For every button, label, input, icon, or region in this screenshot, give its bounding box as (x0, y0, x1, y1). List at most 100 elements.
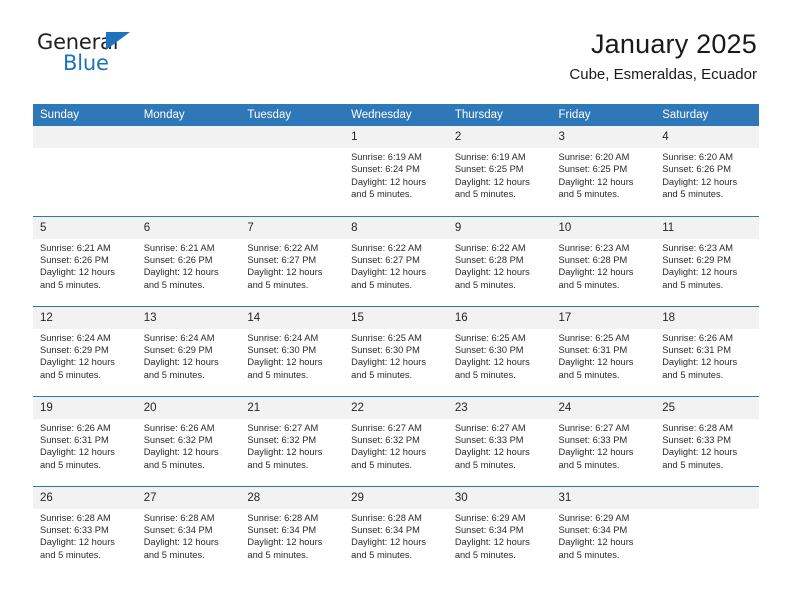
day-number: 26 (33, 486, 137, 509)
weekday-header-row: Sunday Monday Tuesday Wednesday Thursday… (33, 104, 759, 126)
sunrise-text: Sunrise: 6:29 AM (454, 512, 526, 523)
sunrise-text: Sunrise: 6:27 AM (454, 422, 526, 433)
calendar-day-cell[interactable]: 15 Sunrise: 6:25 AM Sunset: 6:30 PM Dayligh… (344, 305, 448, 396)
calendar-day-cell[interactable]: 22 Sunrise: 6:27 AM Sunset: 6:32 PM Dayligh… (344, 395, 448, 486)
calendar-day-cell[interactable]: 21 Sunrise: 6:27 AM Sunset: 6:32 PM Dayligh… (240, 395, 345, 486)
sunset-text: Sunset: 6:30 PM (247, 344, 317, 355)
day-number: 13 (136, 306, 241, 329)
daylight-text-line2: and 5 minutes. (351, 369, 413, 380)
daylight-text-line2: and 5 minutes. (143, 369, 205, 380)
daylight-text-line1: Daylight: 12 hours (351, 176, 427, 187)
weekday-header-tuesday: Tuesday (240, 104, 345, 126)
calendar-week-row: 26 Sunrise: 6:28 AM Sunset: 6:33 PM Dayligh… (33, 485, 759, 576)
day-number: 10 (551, 216, 656, 239)
calendar-day-cell[interactable]: 28 Sunrise: 6:28 AM Sunset: 6:34 PM Dayligh… (240, 485, 345, 576)
daylight-text-line1: Daylight: 12 hours (454, 267, 530, 278)
logo-text-blue: Blue (63, 51, 109, 75)
calendar-day-cell[interactable]: 9 Sunrise: 6:22 AM Sunset: 6:28 PM Daylight… (447, 215, 552, 306)
calendar-day-cell[interactable]: 4 Sunrise: 6:20 AM Sunset: 6:26 PM Daylight… (655, 126, 759, 216)
sunset-text: Sunset: 6:33 PM (662, 434, 731, 445)
calendar-day-cell[interactable]: 6 Sunrise: 6:21 AM Sunset: 6:26 PM Daylight… (136, 215, 241, 306)
day-number: 29 (344, 486, 448, 509)
day-detail: Sunrise: 6:21 AM Sunset: 6:26 PM Daylight:… (137, 239, 241, 292)
calendar-day-cell[interactable]: 8 Sunrise: 6:22 AM Sunset: 6:27 PM Daylight… (344, 215, 448, 306)
calendar-day-cell[interactable]: 16 Sunrise: 6:25 AM Sunset: 6:30 PM Dayligh… (447, 305, 552, 396)
daylight-text-line2: and 5 minutes. (247, 279, 309, 290)
calendar-day-cell[interactable]: 13 Sunrise: 6:24 AM Sunset: 6:29 PM Dayligh… (136, 305, 241, 396)
calendar-day-cell[interactable]: 27 Sunrise: 6:28 AM Sunset: 6:34 PM Dayligh… (136, 485, 241, 576)
daylight-text-line2: and 5 minutes. (558, 459, 620, 470)
sunrise-text: Sunrise: 6:26 AM (662, 332, 734, 343)
day-detail: Sunrise: 6:25 AM Sunset: 6:30 PM Daylight:… (448, 329, 552, 382)
daylight-text-line1: Daylight: 12 hours (143, 447, 219, 458)
calendar-week-row: 19 Sunrise: 6:26 AM Sunset: 6:31 PM Dayligh… (33, 395, 759, 486)
daylight-text-line2: and 5 minutes. (662, 279, 724, 290)
calendar-day-cell[interactable]: 5 Sunrise: 6:21 AM Sunset: 6:26 PM Daylight… (33, 215, 137, 306)
sunrise-text: Sunrise: 6:21 AM (40, 242, 111, 253)
calendar-day-cell[interactable]: 18 Sunrise: 6:26 AM Sunset: 6:31 PM Dayligh… (655, 305, 759, 396)
title-block: January 2025 Cube, Esmeraldas, Ecuador (569, 28, 757, 86)
day-number: 28 (240, 486, 345, 509)
daylight-text-line2: and 5 minutes. (351, 279, 413, 290)
daylight-text-line1: Daylight: 12 hours (558, 267, 634, 278)
sunrise-text: Sunrise: 6:25 AM (558, 332, 630, 343)
calendar-day-cell[interactable]: 17 Sunrise: 6:25 AM Sunset: 6:31 PM Dayligh… (551, 305, 656, 396)
sunset-text: Sunset: 6:34 PM (558, 524, 628, 535)
sunset-text: Sunset: 6:27 PM (247, 254, 317, 265)
sunset-text: Sunset: 6:26 PM (143, 254, 213, 265)
daylight-text-line2: and 5 minutes. (351, 189, 413, 200)
sunrise-text: Sunrise: 6:19 AM (454, 152, 526, 162)
calendar-day-cell[interactable]: 23 Sunrise: 6:27 AM Sunset: 6:33 PM Dayligh… (447, 395, 552, 486)
day-number (136, 126, 241, 148)
sunset-text: Sunset: 6:30 PM (351, 344, 420, 355)
daylight-text-line2: and 5 minutes. (454, 369, 516, 380)
daylight-text-line1: Daylight: 12 hours (558, 537, 634, 548)
weekday-header-sunday: Sunday (33, 104, 137, 126)
sunrise-text: Sunrise: 6:23 AM (662, 242, 734, 253)
calendar-week-row: 5 Sunrise: 6:21 AM Sunset: 6:26 PM Daylight… (33, 215, 759, 306)
day-detail: Sunrise: 6:24 AM Sunset: 6:29 PM Daylight:… (33, 329, 137, 382)
sunset-text: Sunset: 6:33 PM (40, 524, 109, 535)
day-detail: Sunrise: 6:27 AM Sunset: 6:33 PM Daylight:… (448, 419, 552, 472)
day-number: 8 (344, 216, 448, 239)
calendar-day-cell[interactable]: 2 Sunrise: 6:19 AM Sunset: 6:25 PM Daylight… (447, 126, 552, 216)
calendar-day-cell[interactable]: 29 Sunrise: 6:28 AM Sunset: 6:34 PM Dayligh… (344, 485, 448, 576)
sunset-text: Sunset: 6:29 PM (143, 344, 213, 355)
sunrise-text: Sunrise: 6:20 AM (558, 152, 630, 162)
calendar-day-cell[interactable]: 12 Sunrise: 6:24 AM Sunset: 6:29 PM Dayligh… (33, 305, 137, 396)
calendar-day-cell[interactable]: 1 Sunrise: 6:19 AM Sunset: 6:24 PM Daylight… (344, 126, 448, 216)
calendar-day-cell[interactable]: 7 Sunrise: 6:22 AM Sunset: 6:27 PM Daylight… (240, 215, 345, 306)
day-detail: Sunrise: 6:26 AM Sunset: 6:31 PM Daylight:… (655, 329, 759, 382)
calendar-day-cell[interactable]: 19 Sunrise: 6:26 AM Sunset: 6:31 PM Dayligh… (33, 395, 137, 486)
calendar-day-cell[interactable]: 20 Sunrise: 6:26 AM Sunset: 6:32 PM Dayligh… (136, 395, 241, 486)
sunset-text: Sunset: 6:33 PM (558, 434, 628, 445)
calendar-day-cell[interactable]: 10 Sunrise: 6:23 AM Sunset: 6:28 PM Dayligh… (551, 215, 656, 306)
general-blue-logo[interactable]: General Blue (37, 30, 157, 86)
calendar-day-cell[interactable]: 11 Sunrise: 6:23 AM Sunset: 6:29 PM Dayligh… (655, 215, 759, 306)
daylight-text-line2: and 5 minutes. (143, 459, 205, 470)
daylight-text-line2: and 5 minutes. (351, 459, 413, 470)
sunset-text: Sunset: 6:29 PM (662, 254, 731, 265)
daylight-text-line1: Daylight: 12 hours (351, 357, 427, 368)
day-detail: Sunrise: 6:19 AM Sunset: 6:25 PM Daylight:… (448, 148, 552, 201)
calendar-day-cell[interactable]: 31 Sunrise: 6:29 AM Sunset: 6:34 PM Dayligh… (551, 485, 656, 576)
calendar-day-cell[interactable]: 24 Sunrise: 6:27 AM Sunset: 6:33 PM Dayligh… (551, 395, 656, 486)
sunrise-text: Sunrise: 6:27 AM (247, 422, 319, 433)
calendar-day-cell[interactable]: 14 Sunrise: 6:24 AM Sunset: 6:30 PM Dayligh… (240, 305, 345, 396)
daylight-text-line1: Daylight: 12 hours (143, 267, 219, 278)
calendar-day-cell[interactable]: 3 Sunrise: 6:20 AM Sunset: 6:25 PM Daylight… (551, 126, 656, 216)
calendar-day-cell[interactable]: 30 Sunrise: 6:29 AM Sunset: 6:34 PM Dayligh… (447, 485, 552, 576)
calendar-day-cell[interactable]: 25 Sunrise: 6:28 AM Sunset: 6:33 PM Dayligh… (655, 395, 759, 486)
day-number (655, 486, 759, 509)
sunrise-text: Sunrise: 6:28 AM (40, 512, 111, 523)
daylight-text-line2: and 5 minutes. (40, 549, 101, 560)
sunset-text: Sunset: 6:28 PM (558, 254, 628, 265)
sunrise-text: Sunrise: 6:19 AM (351, 152, 422, 162)
daylight-text-line2: and 5 minutes. (247, 549, 309, 560)
day-number: 6 (136, 216, 241, 239)
daylight-text-line2: and 5 minutes. (558, 189, 620, 200)
day-number: 3 (551, 126, 656, 148)
calendar-week-row: 12 Sunrise: 6:24 AM Sunset: 6:29 PM Dayligh… (33, 305, 759, 396)
calendar-day-cell[interactable]: 26 Sunrise: 6:28 AM Sunset: 6:33 PM Dayligh… (33, 485, 137, 576)
calendar-day-cell-empty (240, 126, 345, 216)
